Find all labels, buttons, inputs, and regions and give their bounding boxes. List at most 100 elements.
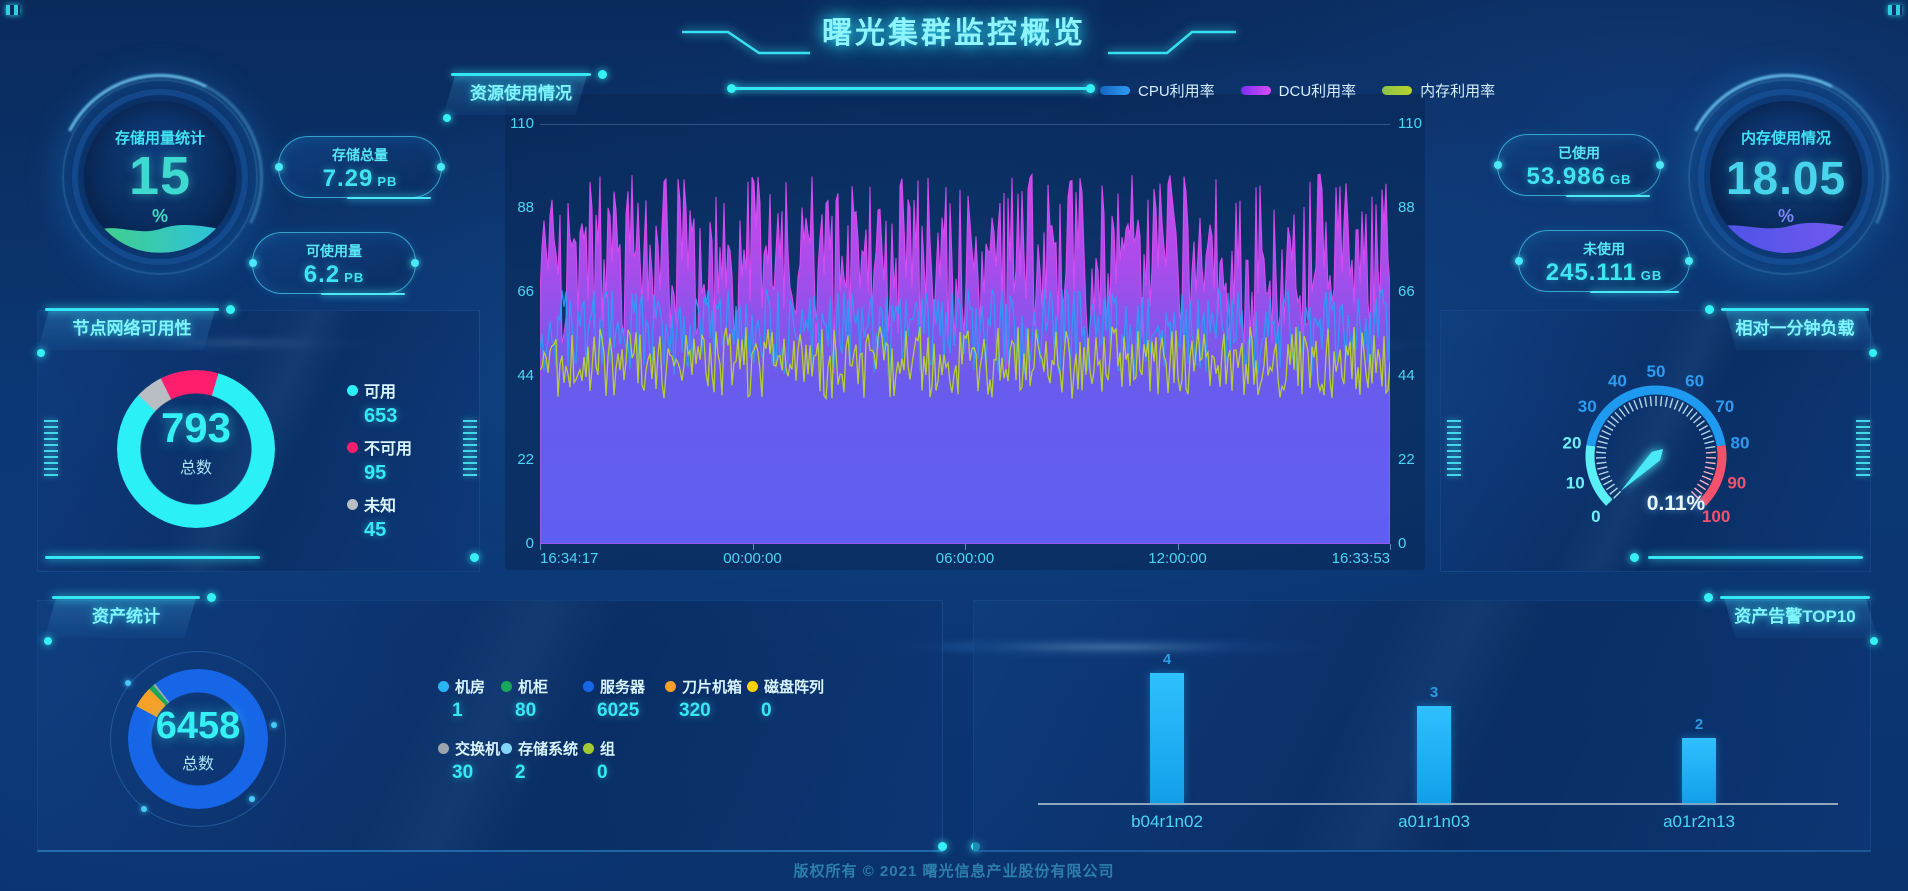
svg-text:10: 10	[1566, 473, 1585, 492]
storage-gauge-value: 15	[84, 145, 236, 207]
asset-legend-item: 交换机30	[438, 738, 500, 784]
bar[interactable]	[1150, 673, 1184, 803]
tab-dot-icon	[37, 349, 45, 357]
legend-value: 653	[364, 405, 397, 428]
panel-dot-icon	[470, 553, 479, 562]
legend-label: 可用	[364, 378, 396, 402]
storage-total-value: 7.29	[323, 165, 374, 192]
pill-dot-icon	[249, 259, 257, 267]
legend-item[interactable]: DCU利用率	[1241, 80, 1357, 101]
legend-value: 0	[761, 700, 824, 722]
storage-total-label: 存储总量	[279, 145, 441, 165]
legend-dot-icon	[347, 442, 358, 453]
svg-text:40: 40	[1608, 371, 1627, 390]
barcode-decoration	[1856, 420, 1870, 476]
legend-dot-icon	[665, 681, 676, 692]
legend-item[interactable]: CPU利用率	[1100, 80, 1215, 101]
storage-gauge-unit: %	[84, 206, 236, 227]
load-gauge-chart[interactable]: 0102030405060708090100	[1550, 348, 1762, 549]
pill-dot-icon	[1656, 161, 1664, 169]
legend-item[interactable]: 内存利用率	[1382, 80, 1495, 101]
svg-text:50: 50	[1647, 362, 1666, 381]
y-tick-label: 44	[500, 367, 534, 384]
tab-dot-icon	[443, 114, 451, 122]
tab-dot-icon	[598, 70, 607, 79]
legend-label: 存储系统	[518, 738, 578, 759]
storage-available-pill: 可使用量 6.2PB	[252, 232, 416, 294]
node-legend-item: 可用 653	[347, 378, 397, 428]
storage-total-pill: 存储总量 7.29PB	[278, 136, 442, 198]
memory-used-pill: 已使用 53.986GB	[1497, 134, 1661, 196]
tab-dot-icon	[1869, 349, 1877, 357]
resource-usage-tab: 资源使用情况	[455, 75, 587, 115]
asset-legend-item: 存储系统 2	[501, 738, 578, 784]
legend-swatch-icon	[1382, 86, 1412, 95]
bar-category-label: a01r1n03	[1364, 812, 1504, 832]
asset-stats-title: 资产统计	[56, 598, 196, 636]
x-tick-label: 16:33:53	[1300, 550, 1390, 567]
y-tick-label: 44	[1398, 367, 1415, 384]
legend-value: 80	[515, 700, 548, 722]
legend-label: CPU利用率	[1138, 80, 1215, 101]
legend-value: 95	[364, 462, 412, 485]
storage-available-value: 6.2	[304, 261, 340, 288]
legend-dot-icon	[347, 499, 358, 510]
legend-label: DCU利用率	[1279, 80, 1357, 101]
panel-dot-icon	[1630, 553, 1639, 562]
bar-category-label: a01r2n13	[1629, 812, 1769, 832]
legend-dot-icon	[438, 681, 449, 692]
pill-dot-icon	[275, 163, 283, 171]
legend-value: 320	[679, 700, 742, 722]
tab-dot-icon	[226, 305, 235, 314]
barcode-decoration	[463, 420, 477, 476]
node-total-value: 793	[117, 404, 275, 452]
chart-datazoom-slider[interactable]	[733, 87, 1090, 90]
pill-dot-icon	[411, 259, 419, 267]
copyright-footer: 版权所有 © 2021 曙光信息产业股份有限公司	[0, 860, 1908, 881]
barcode-decoration	[44, 420, 58, 476]
legend-dot-icon	[347, 385, 358, 396]
bar[interactable]	[1682, 738, 1716, 803]
tab-dot-icon	[207, 593, 216, 602]
legend-dot-icon	[747, 681, 758, 692]
asset-total-label: 总数	[128, 750, 268, 774]
bar-value: 3	[1404, 684, 1464, 701]
legend-dot-icon	[583, 743, 594, 754]
tab-dot-icon	[44, 637, 52, 645]
asset-stats-tab: 资产统计	[56, 598, 196, 638]
memory-liquid-gauge[interactable]: 内存使用情况 18.05 %	[1710, 101, 1862, 253]
asset-legend-item: 机房1	[438, 676, 485, 722]
asset-total-value: 6458	[128, 705, 268, 748]
memory-gauge-value: 18.05	[1710, 151, 1862, 205]
legend-label: 机柜	[518, 676, 548, 697]
node-total-label: 总数	[117, 454, 275, 478]
legend-label: 内存利用率	[1420, 80, 1495, 101]
y-tick-label: 22	[500, 451, 534, 468]
tab-dot-icon	[1704, 593, 1713, 602]
node-legend-item: 未知45	[347, 492, 396, 542]
load-gauge-value: 0.11%	[1616, 492, 1736, 516]
storage-liquid-gauge[interactable]: 存储用量统计 15 %	[84, 101, 236, 253]
memory-free-unit: GB	[1641, 268, 1663, 283]
pill-dot-icon	[1494, 161, 1502, 169]
slider-handle-icon[interactable]	[1086, 84, 1095, 93]
svg-text:80: 80	[1731, 434, 1750, 453]
memory-free-value: 245.111	[1546, 259, 1637, 286]
panel-accent-line	[45, 556, 260, 559]
y-tick-label: 110	[1398, 115, 1422, 132]
memory-free-pill: 未使用 245.111GB	[1518, 230, 1690, 292]
resource-usage-title: 资源使用情况	[455, 75, 587, 113]
slider-handle-icon[interactable]	[727, 84, 736, 93]
x-tick-label: 00:00:00	[708, 550, 798, 567]
svg-text:70: 70	[1715, 397, 1734, 416]
storage-available-label: 可使用量	[253, 241, 415, 261]
legend-value: 2	[515, 762, 578, 784]
bar[interactable]	[1417, 706, 1451, 804]
bar-chart-axis	[1038, 803, 1838, 805]
legend-dot-icon	[583, 681, 594, 692]
legend-dot-icon	[501, 743, 512, 754]
asset-legend-item: 机柜 80	[501, 676, 548, 722]
resource-usage-chart[interactable]	[540, 124, 1390, 544]
bar-category-label: b04r1n02	[1097, 812, 1237, 832]
y-tick-label: 66	[500, 283, 534, 300]
